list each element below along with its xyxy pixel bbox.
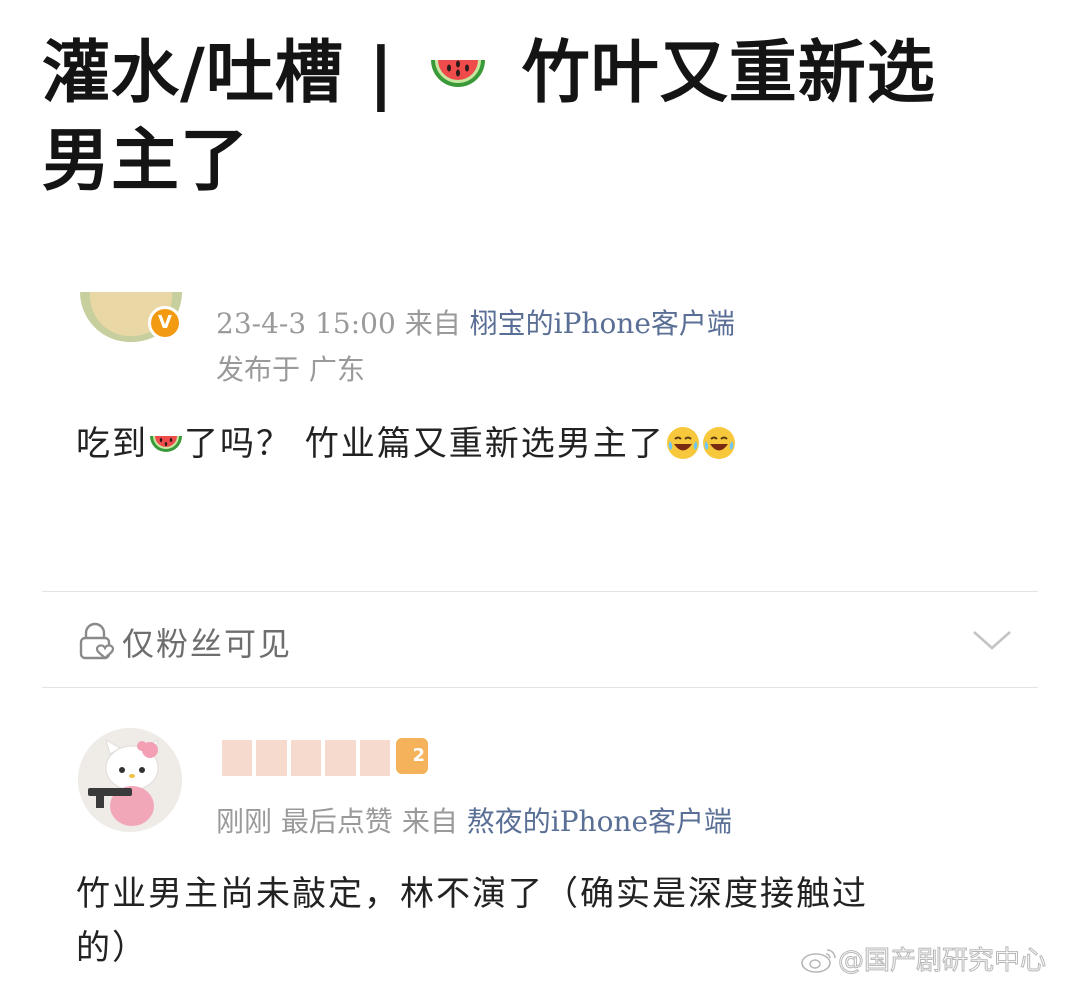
watermelon-icon xyxy=(431,60,486,87)
avatar[interactable] xyxy=(78,728,182,832)
like-time: 刚刚 最后点赞 xyxy=(216,805,393,838)
divider xyxy=(42,687,1038,688)
comment-line-2: 的） xyxy=(76,928,148,968)
source-prefix: 来自 xyxy=(401,805,458,838)
laughing-tears-icon xyxy=(702,427,735,459)
lock-heart-icon xyxy=(79,622,115,660)
verified-badge: V xyxy=(148,306,182,340)
post-text-rest: 了吗？ 竹业篇又重新选男主了 xyxy=(184,424,665,464)
title-prefix: 灌水/吐槽 | xyxy=(42,34,420,113)
laughing-tears-icon xyxy=(666,427,699,459)
post-body: 吃到 了吗？ 竹业篇又重新选男主了 xyxy=(76,416,737,465)
source-client-link[interactable]: 栩宝的iPhone客户端 xyxy=(470,307,735,340)
timestamp: 23-4-3 15:00 xyxy=(216,307,396,340)
weibo-logo-icon xyxy=(801,948,836,973)
chevron-down-icon[interactable] xyxy=(970,626,1014,654)
post-title: 灌水/吐槽 | 竹叶又重新选男主了 xyxy=(42,30,1002,206)
visibility-setting[interactable]: 仅粉丝可见 xyxy=(76,620,292,664)
source-prefix: 来自 xyxy=(404,307,461,340)
hello-kitty-avatar xyxy=(78,728,182,832)
post-meta: 23-4-3 15:00 来自 栩宝的iPhone客户端 xyxy=(216,302,735,342)
watermelon-icon xyxy=(150,436,182,452)
comment-line-1: 竹业男主尚未敲定，林不演了（确实是深度接触过 xyxy=(76,874,868,914)
divider xyxy=(42,591,1038,592)
source-client-link[interactable]: 熬夜的iPhone客户端 xyxy=(467,805,732,838)
watermark-text: @国产剧研究中心 xyxy=(837,946,1047,977)
post-location: 发布于 广东 xyxy=(216,353,365,386)
post-text-start: 吃到 xyxy=(76,424,148,464)
comment-meta: 刚刚 最后点赞 来自 熬夜的iPhone客户端 xyxy=(216,800,732,840)
watermark: @国产剧研究中心 xyxy=(800,940,1047,977)
visibility-label: 仅粉丝可见 xyxy=(122,625,293,663)
level-badge: 2 xyxy=(396,738,428,774)
blurred-username[interactable] xyxy=(222,740,391,776)
